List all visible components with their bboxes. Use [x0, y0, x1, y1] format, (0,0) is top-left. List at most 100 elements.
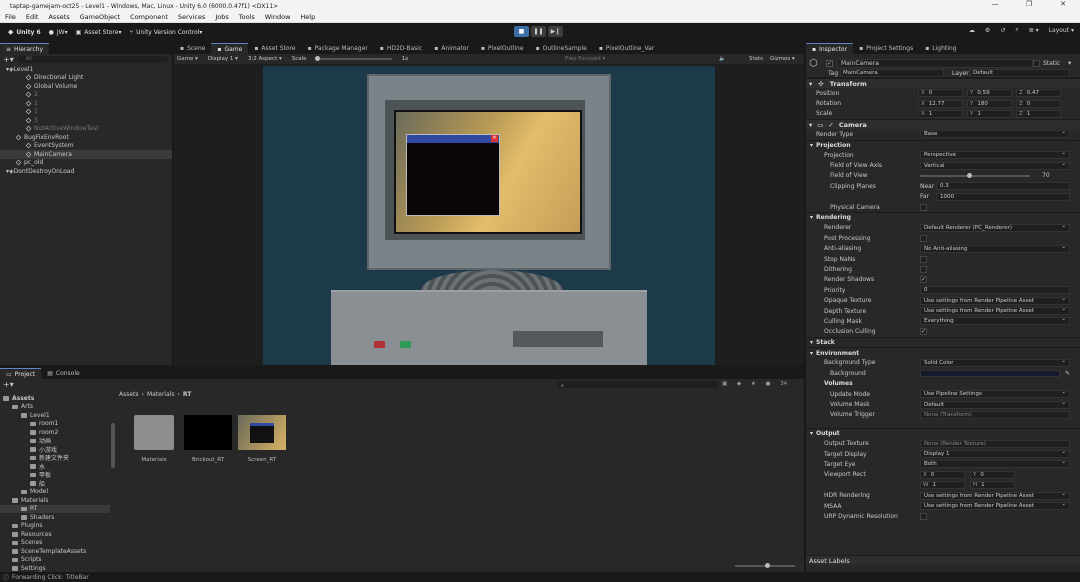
tab-project-settings[interactable]: ▪ Project Settings — [853, 43, 919, 54]
position-y-field[interactable]: Y 0.59 — [967, 89, 1012, 98]
folder-tree-item[interactable]: 水 — [0, 462, 110, 471]
property-dropdown[interactable]: Everything — [920, 316, 1070, 326]
folder-tree-item[interactable]: 甲板 — [0, 471, 110, 479]
stats-button[interactable]: Stats — [749, 56, 763, 62]
gizmos-dropdown[interactable]: Gizmos ▾ — [770, 56, 795, 62]
audio-mute-icon[interactable]: 🔈 — [719, 56, 726, 62]
breadcrumb-item[interactable]: Materials — [147, 391, 175, 398]
viewport-h-field[interactable]: H1 — [970, 481, 1015, 490]
asset-tile[interactable]: Brickout_RT — [184, 415, 232, 463]
step-button[interactable]: ▶❙ — [548, 26, 563, 37]
folder-tree-item[interactable]: Shaders — [0, 513, 110, 522]
layout-dropdown[interactable]: Layout ▾ — [1049, 27, 1074, 34]
hierarchy-item[interactable]: 1 — [0, 108, 172, 117]
property-field[interactable]: 0 — [920, 286, 1070, 295]
hierarchy-item[interactable]: pc_old — [0, 159, 172, 168]
near-field[interactable]: 0.3 — [936, 182, 1070, 191]
property-dropdown[interactable]: Use settings from Render Pipeline Asset — [920, 491, 1070, 500]
position-z-field[interactable]: Z 0.47 — [1016, 89, 1061, 98]
layer-dropdown[interactable]: Default — [970, 69, 1070, 77]
static-checkbox[interactable] — [1033, 60, 1040, 67]
menu-gameobject[interactable]: GameObject — [75, 13, 126, 21]
property-dropdown[interactable]: Use settings from Render Pipeline Asset — [920, 306, 1070, 315]
menu-services[interactable]: Services — [173, 13, 210, 21]
folder-tree-item[interactable]: Arts — [0, 403, 110, 412]
folder-tree-item[interactable]: Assets — [0, 394, 110, 403]
tab-outlinesample[interactable]: ▪ OutlineSample — [530, 43, 593, 54]
folder-tree-item[interactable]: 小游戏 — [0, 445, 110, 454]
property-dropdown[interactable]: Use settings from Render Pipeline Asset — [920, 501, 1070, 511]
folder-tree-item[interactable]: SceneTemplateAssets — [0, 547, 110, 556]
property-checkbox[interactable] — [920, 234, 927, 242]
folder-tree-item[interactable]: RT — [0, 504, 110, 513]
foldout-header[interactable]: ▾ Projection — [806, 139, 1080, 150]
property-dropdown[interactable]: Perspective — [920, 150, 1070, 160]
slider-handle[interactable] — [967, 172, 972, 178]
tab-lighting[interactable]: ▪ Lighting — [919, 43, 962, 54]
property-field[interactable]: None (Render Texture) — [920, 439, 1070, 448]
hierarchy-item[interactable]: 3 — [0, 116, 172, 125]
transform-header[interactable]: ▾ ✣ Transform — [806, 78, 1080, 88]
folder-tree-item[interactable]: Scenes — [0, 539, 110, 548]
hierarchy-item[interactable]: ▾◈ Level1 — [0, 65, 172, 74]
hierarchy-item[interactable]: BugFixEnvRoot — [0, 133, 172, 142]
fov-slider[interactable] — [920, 172, 1030, 178]
maximize-button[interactable]: ❐ — [1012, 0, 1046, 8]
camera-header[interactable]: ▾ ▭ ✓ Camera — [806, 119, 1080, 130]
chevron-down-icon[interactable]: ▾ — [1068, 59, 1071, 67]
active-checkbox[interactable]: ✓ — [826, 60, 833, 67]
foldout-header[interactable]: ▾ Output — [806, 428, 1080, 438]
hierarchy-item[interactable]: ▾◈ DontDestroyOnLoad — [0, 167, 172, 176]
hierarchy-item[interactable]: EventSystem — [0, 142, 172, 151]
display-dropdown[interactable]: Display 1 ▾ — [208, 56, 238, 62]
hierarchy-item[interactable]: MainCamera — [0, 150, 172, 159]
property-dropdown[interactable]: Use settings from Render Pipeline Asset — [920, 296, 1070, 305]
tab-hierarchy[interactable]: ≡ Hierarchy — [0, 43, 50, 54]
folder-tree-item[interactable]: Scripts — [0, 556, 110, 565]
property-dropdown[interactable]: Both — [920, 459, 1070, 469]
folder-tree-item[interactable]: Plugins — [0, 522, 110, 531]
slider-handle[interactable] — [314, 56, 320, 61]
property-dropdown[interactable]: Use Pipeline Settings — [920, 389, 1070, 399]
rotation-z-field[interactable]: Z0 — [1016, 99, 1061, 108]
add-button[interactable]: +▾ — [3, 55, 14, 64]
tree-scrollbar[interactable] — [111, 423, 115, 468]
menu-assets[interactable]: Assets — [43, 13, 74, 21]
folder-tree-item[interactable]: 动画 — [0, 437, 110, 445]
rotation-y-field[interactable]: Y 180 — [967, 99, 1012, 108]
folder-tree-item[interactable]: Model — [0, 488, 110, 497]
create-button[interactable]: +▾ — [3, 380, 14, 389]
hierarchy-search-input[interactable]: All — [17, 55, 168, 63]
tab-package-manager[interactable]: ▪ Package Manager — [302, 43, 374, 54]
folder-tree-item[interactable]: room1 — [0, 420, 110, 429]
tab-game[interactable]: ▪ Game — [211, 43, 249, 54]
tab-pixeloutline[interactable]: ▪ PixelOutline — [475, 43, 530, 54]
tab-project[interactable]: ▭ Project — [0, 368, 42, 379]
aspect-dropdown[interactable]: 3:2 Aspect ▾ — [248, 56, 282, 62]
far-field[interactable]: 1000 — [936, 192, 1070, 201]
game-mode-dropdown[interactable]: Game ▾ — [177, 56, 198, 62]
hierarchy-item[interactable]: Global Volume — [0, 82, 172, 91]
fov-value[interactable]: 70 — [1042, 172, 1050, 179]
property-dropdown[interactable]: Solid Color — [920, 358, 1070, 367]
property-dropdown[interactable]: Default Renderer (PC_Renderer) — [920, 223, 1070, 232]
viewport-x-field[interactable]: X0 — [920, 470, 965, 479]
hierarchy-item[interactable]: 2 — [0, 91, 172, 100]
viewport-w-field[interactable]: W1 — [920, 481, 965, 490]
asset-tile[interactable]: Screen_RT — [238, 415, 286, 463]
object-name-input[interactable]: MainCamera — [837, 59, 1033, 68]
scale-y-field[interactable]: Y1 — [967, 109, 1012, 118]
foldout-header[interactable]: ▾ Rendering — [806, 212, 1080, 222]
camera-enabled-checkbox[interactable]: ✓ — [828, 121, 833, 129]
menu-jobs[interactable]: Jobs — [210, 13, 233, 21]
property-field[interactable]: None (Transform) — [920, 410, 1070, 419]
game-viewport[interactable]: ✕ — [263, 66, 715, 365]
slider-handle[interactable] — [765, 563, 770, 568]
pause-button[interactable]: ❚❚ — [531, 26, 546, 37]
property-checkbox[interactable] — [920, 255, 927, 263]
property-dropdown[interactable]: Display 1 — [920, 449, 1070, 459]
eyedropper-icon[interactable]: ✎ — [1065, 370, 1070, 377]
settings-icon[interactable]: ⚙ — [985, 27, 990, 34]
version-control-dropdown[interactable]: ⑂ Unity Version Control ▾ — [129, 29, 202, 36]
property-checkbox[interactable]: ✓ — [920, 328, 927, 336]
